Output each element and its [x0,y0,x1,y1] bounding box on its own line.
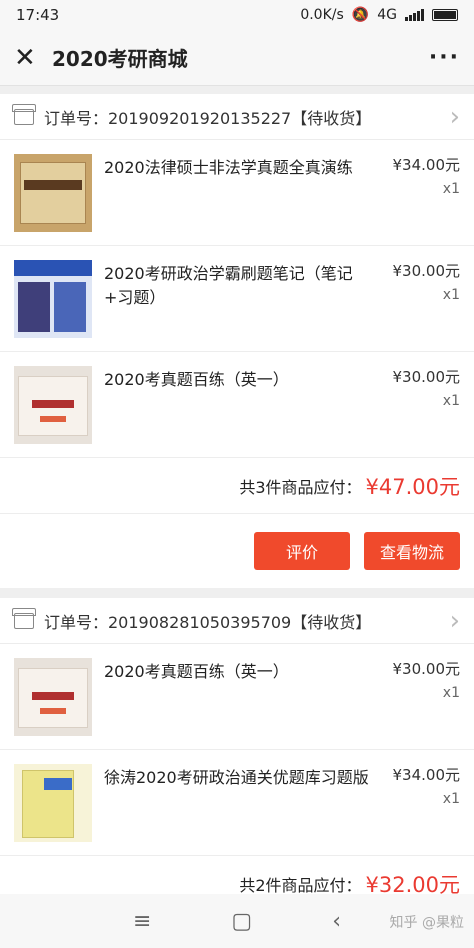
product-price: ¥30.00元 [392,262,461,280]
product-quantity: x1 [442,685,460,701]
order-card: 订单号：20190920192013522​7【待收货】 › 2020法律硕士非… [0,94,474,588]
network-type: 4G [377,7,397,23]
battery-icon [432,9,458,21]
order-card: 订单号：201908281050395709【待收货】 › 2020考真题百练（… [0,598,474,912]
close-icon[interactable]: ✕ [14,45,44,71]
product-image [14,764,92,842]
product-image [14,658,92,736]
product-quantity: x1 [442,791,460,807]
order-item[interactable]: 2020考真题百练（英一） ¥30.00元 x1 [0,352,474,458]
product-title: 2020考研政治学霸刷题笔记（笔记+习题） [104,264,353,307]
product-title: 2020法律硕士非法学真题全真演练 [104,158,353,177]
network-speed: 0.0K/s [300,7,344,23]
product-price: ¥34.00元 [392,156,461,174]
product-quantity: x1 [442,287,460,303]
menu-icon[interactable]: ≡ [133,909,151,934]
chevron-right-icon: › [449,605,460,636]
order-header[interactable]: 订单号：20190920192013522​7【待收货】 › [0,94,474,140]
product-image [14,154,92,232]
store-icon [12,607,36,629]
product-title: 2020考真题百练（英一） [104,662,289,681]
view-logistics-button[interactable]: 查看物流 [364,532,460,570]
order-summary: 共3件商品应付： ¥47.00元 [0,458,474,514]
summary-label: 共2件商品应付： [239,875,362,895]
home-icon[interactable]: ▢ [231,909,252,934]
order-number: 订单号：201908281050395709【待收货】 [44,612,372,632]
order-number: 订单号：20190920192013522​7【待收货】 [44,108,372,128]
store-icon [12,103,36,125]
more-icon[interactable]: ··· [429,45,460,70]
nav-bar: ✕ 2020考研商城 ··· [0,30,474,86]
order-actions: 评价 查看物流 [0,514,474,588]
summary-amount: ¥47.00元 [365,474,460,499]
product-image [14,260,92,338]
summary-label: 共3件商品应付： [239,477,362,497]
page-title: 2020考研商城 [52,47,188,71]
status-bar: 17:43 0.0K/s 🔕 4G [0,0,474,30]
product-price: ¥30.00元 [392,660,461,678]
product-title: 徐涛2020考研政治通关优题库习题版 [104,768,369,787]
order-header[interactable]: 订单号：201908281050395709【待收货】 › [0,598,474,644]
review-button[interactable]: 评价 [254,532,350,570]
order-item[interactable]: 2020考研政治学霸刷题笔记（笔记+习题） ¥30.00元 x1 [0,246,474,352]
product-image [14,366,92,444]
mute-icon: 🔕 [351,7,370,23]
order-item[interactable]: 2020法律硕士非法学真题全真演练 ¥34.00元 x1 [0,140,474,246]
order-item[interactable]: 徐涛2020考研政治通关优题库习题版 ¥34.00元 x1 [0,750,474,856]
chevron-right-icon: › [449,101,460,132]
status-time: 17:43 [16,6,60,24]
watermark: 知乎 @果粒 [389,915,464,931]
signal-icon [405,9,424,21]
order-item[interactable]: 2020考真题百练（英一） ¥30.00元 x1 [0,644,474,750]
back-icon[interactable]: ‹ [332,909,341,934]
product-price: ¥30.00元 [392,368,461,386]
product-quantity: x1 [442,393,460,409]
status-indicators: 0.0K/s 🔕 4G [300,7,458,23]
product-price: ¥34.00元 [392,766,461,784]
product-quantity: x1 [442,181,460,197]
product-title: 2020考真题百练（英一） [104,370,289,389]
